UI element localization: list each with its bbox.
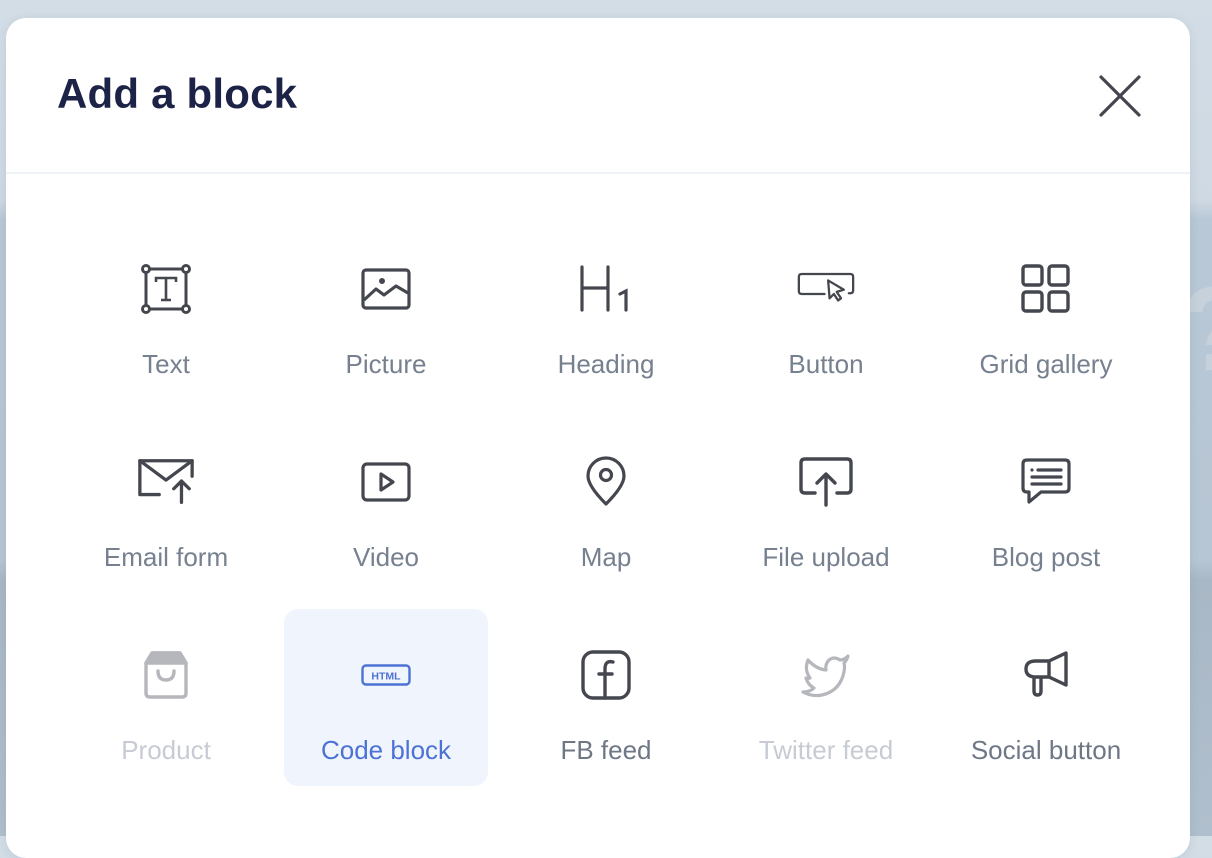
block-label: Social button <box>970 735 1122 765</box>
facebook-icon <box>576 645 636 705</box>
file-upload-icon <box>796 452 856 512</box>
twitter-icon <box>796 645 856 705</box>
block-label: Video <box>352 542 420 572</box>
block-label: Blog post <box>991 542 1101 572</box>
close-icon <box>1099 75 1141 117</box>
block-tile-map[interactable]: Map <box>504 416 708 593</box>
block-label: File upload <box>762 542 890 572</box>
close-button[interactable] <box>1094 70 1146 122</box>
block-label: Text <box>142 349 190 379</box>
video-icon <box>356 452 416 512</box>
block-label: Button <box>788 349 864 379</box>
block-label: Twitter feed <box>758 735 894 765</box>
block-tile-heading[interactable]: Heading <box>504 223 708 400</box>
block-tile-file-upload[interactable]: File upload <box>724 416 928 593</box>
block-label: Heading <box>557 349 655 379</box>
block-tile-code-block[interactable]: HTML Code block <box>284 609 488 786</box>
block-label: Picture <box>345 349 427 379</box>
block-tile-button[interactable]: Button <box>724 223 928 400</box>
text-icon <box>136 259 196 319</box>
block-label: Code block <box>320 735 452 765</box>
grid-gallery-icon <box>1016 259 1076 319</box>
heading-icon <box>576 259 636 319</box>
blog-post-icon <box>1016 452 1076 512</box>
block-label: Email form <box>103 542 229 572</box>
block-tile-grid-gallery[interactable]: Grid gallery <box>944 223 1148 400</box>
modal-title: Add a block <box>57 70 298 117</box>
block-tile-product[interactable]: Product <box>64 609 268 786</box>
add-block-modal: Add a block Text Picture Heading Button … <box>6 18 1190 858</box>
block-tile-fb-feed[interactable]: FB feed <box>504 609 708 786</box>
picture-icon <box>356 259 416 319</box>
block-tile-email-form[interactable]: Email form <box>64 416 268 593</box>
block-label: FB feed <box>560 735 652 765</box>
map-pin-icon <box>576 452 636 512</box>
shopping-bag-icon <box>136 645 196 705</box>
block-tile-blog-post[interactable]: Blog post <box>944 416 1148 593</box>
block-tile-picture[interactable]: Picture <box>284 223 488 400</box>
megaphone-icon <box>1016 645 1076 705</box>
block-tile-video[interactable]: Video <box>284 416 488 593</box>
email-form-icon <box>136 452 196 512</box>
block-tile-twitter-feed[interactable]: Twitter feed <box>724 609 928 786</box>
html-code-icon: HTML <box>356 645 416 705</box>
block-label: Product <box>121 735 211 765</box>
block-grid: Text Picture Heading Button Grid gallery… <box>56 223 1156 802</box>
block-label: Grid gallery <box>979 349 1113 379</box>
button-icon <box>796 259 856 319</box>
block-label: Map <box>580 542 632 572</box>
html-icon-text: HTML <box>371 671 401 683</box>
block-tile-text[interactable]: Text <box>64 223 268 400</box>
block-tile-social-button[interactable]: Social button <box>944 609 1148 786</box>
modal-header: Add a block <box>6 18 1190 174</box>
